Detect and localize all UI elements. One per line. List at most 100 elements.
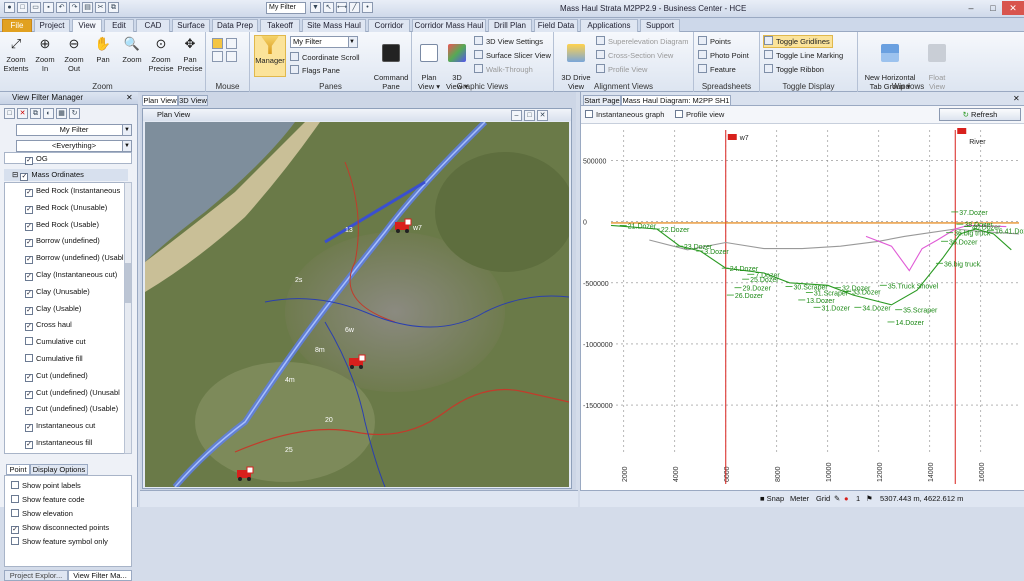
everything-combo[interactable]: <Everything> ▼ [16,140,132,152]
zoom-in-button[interactable]: ⊕ Zoom In [31,35,59,73]
point-option-row[interactable]: ✓ Show disconnected points [11,522,109,534]
option-checkbox[interactable]: ✓ [11,526,19,534]
walk-through-button[interactable]: Walk-Through [474,64,533,75]
option-checkbox[interactable] [11,495,19,503]
zoom-out-button[interactable]: ⊖ Zoom Out [60,35,88,73]
layer-row[interactable]: ✓ Bed Rock (Unusable) [25,202,125,214]
grid-indicator[interactable]: Grid [816,494,830,503]
pencil-icon[interactable]: ✎ [834,494,840,503]
line-icon[interactable]: ╱ [349,2,360,13]
tab-site-mass-haul[interactable]: Site Mass Haul [302,19,366,32]
layer-row[interactable]: ✓ Cut (undefined) [25,370,125,382]
view-filter-manager-tab[interactable]: View Filter Ma... [68,570,132,581]
og-row[interactable]: ✓ OG [4,152,132,165]
copy-icon[interactable]: ⧉ [108,2,119,13]
toggle-ribbon-button[interactable]: Toggle Ribbon [764,64,824,75]
maximize-button[interactable]: □ [982,1,1004,15]
superelevation-button[interactable]: Superelevation Diagram [596,36,688,47]
tab-surface[interactable]: Surface [172,19,210,32]
delete-filter-icon[interactable]: ✕ [17,108,28,119]
mass-haul-chart[interactable]: 500000 0 -500000 -1000000 -1500000 2000 4000 60… [581,124,1024,490]
redo-icon[interactable]: ↷ [69,2,80,13]
layer-row[interactable]: ✓ Instantaneous fill [25,437,125,449]
flag-status-icon[interactable]: ⚑ [866,494,873,503]
tab-view[interactable]: View [72,19,102,33]
layer-row[interactable]: ✓ Borrow (undefined) (Usabl [25,252,125,265]
layer-row[interactable]: ✓ Cross haul [25,319,125,332]
zoom-precise-button[interactable]: ⊙ Zoom Precise [147,35,175,73]
feature-button[interactable]: Feature [698,64,736,75]
flags-pane-button[interactable]: Flags Pane [290,65,340,76]
project-explorer-tab[interactable]: Project Explor... [4,570,68,581]
tab-support[interactable]: Support [640,19,680,32]
close-button[interactable]: ✕ [1002,1,1024,15]
points-button[interactable]: Points [698,36,731,47]
undo-icon[interactable]: ↶ [56,2,67,13]
save-icon[interactable]: ▪ [43,2,54,13]
snap-indicator[interactable]: ■ Snap [760,494,784,503]
pan-precise-button[interactable]: ✥ Pan Precise [176,35,204,73]
point-icon[interactable]: • [362,2,373,13]
layer-row[interactable]: ✓ Clay (Usable) [25,303,125,315]
minimize-button[interactable]: – [960,1,982,15]
refresh-filter-icon[interactable]: ↻ [69,108,80,119]
filter-option-icon[interactable]: ◐ [43,108,54,119]
layer-checkbox[interactable]: ✓ [25,256,33,265]
start-page-tab[interactable]: Start Page [583,95,621,106]
plan-view-tab[interactable]: Plan View [142,95,178,106]
measure-icon[interactable]: ⟷ [336,2,347,13]
tab-corridor[interactable]: Corridor [368,19,410,32]
tab-applications[interactable]: Applications [580,19,638,32]
layer-row[interactable]: ✓ Cut (undefined) (Usable) [25,403,125,416]
layer-row[interactable]: ✓ Instantaneous cut [25,420,125,433]
layer-row[interactable]: ✓ Bed Rock (Usable) [25,219,125,231]
layer-checkbox[interactable]: ✓ [25,323,33,332]
point-tab[interactable]: Point [6,464,30,475]
option-checkbox[interactable] [11,509,19,517]
tab-data-prep[interactable]: Data Prep [212,19,258,32]
tab-cad[interactable]: CAD [136,19,170,32]
group-checkbox[interactable]: ✓ [20,173,29,181]
print-icon[interactable]: ▤ [82,2,93,13]
layer-row[interactable]: Cumulative cut [25,336,125,347]
toggle-line-marking-button[interactable]: Toggle Line Marking [764,50,843,61]
point-option-row[interactable]: Show point labels [11,480,81,491]
option-checkbox[interactable] [11,481,19,489]
record-icon[interactable]: ● [844,494,849,503]
orbit-mode-icon[interactable] [226,51,237,62]
layer-checkbox[interactable]: ✓ [25,441,33,449]
layer-checkbox[interactable]: ✓ [25,289,33,298]
tab-takeoff[interactable]: Takeoff [260,19,300,32]
restore-icon[interactable]: □ [524,110,535,121]
layer-row[interactable]: Cumulative fill [25,353,125,364]
profile-view-option[interactable]: Profile view [675,110,724,120]
panes-filter-combo[interactable]: My Filter ▼ [290,36,358,48]
tab-corridor-mass-haul[interactable]: Corridor Mass Haul [412,19,486,32]
profile-checkbox[interactable] [675,110,683,118]
3d-view-tab[interactable]: 3D View [178,95,208,106]
layer-checkbox[interactable]: ✓ [25,273,33,281]
layer-row[interactable]: ✓ Clay (Unusable) [25,286,125,298]
layer-list-scrollbar[interactable] [124,182,132,454]
point-option-row[interactable]: Show feature symbol only [11,536,108,547]
meter-indicator[interactable]: Meter [790,494,809,503]
display-options-tab[interactable]: Display Options [30,464,88,475]
map-canvas[interactable]: w7 6w 2s 20 25 4m 8m 13 [145,122,569,487]
layer-checkbox[interactable]: ✓ [25,306,33,315]
layer-checkbox[interactable]: ✓ [25,222,33,231]
instantaneous-graph-option[interactable]: Instantaneous graph [585,110,664,120]
close-icon[interactable]: ✕ [537,110,548,121]
scrollbar-thumb[interactable] [125,263,131,303]
cross-section-button[interactable]: Cross-Section View [596,50,673,61]
filter-combo[interactable]: My Filter ▼ [16,124,132,136]
tab-drill-plan[interactable]: Drill Plan [488,19,532,32]
photo-point-button[interactable]: Photo Point [698,50,749,61]
mass-haul-diagram-tab[interactable]: Mass Haul Diagram: M2PP SH1 [621,95,731,106]
instantaneous-checkbox[interactable] [585,110,593,118]
tab-edit[interactable]: Edit [104,19,134,32]
new-filter-icon[interactable]: □ [4,108,15,119]
toggle-gridlines-button[interactable]: Toggle Gridlines [763,35,833,48]
select-icon[interactable]: ↖ [323,2,334,13]
cut-icon[interactable]: ✂ [95,2,106,13]
quick-filter-combo[interactable]: My Filter [266,2,306,14]
